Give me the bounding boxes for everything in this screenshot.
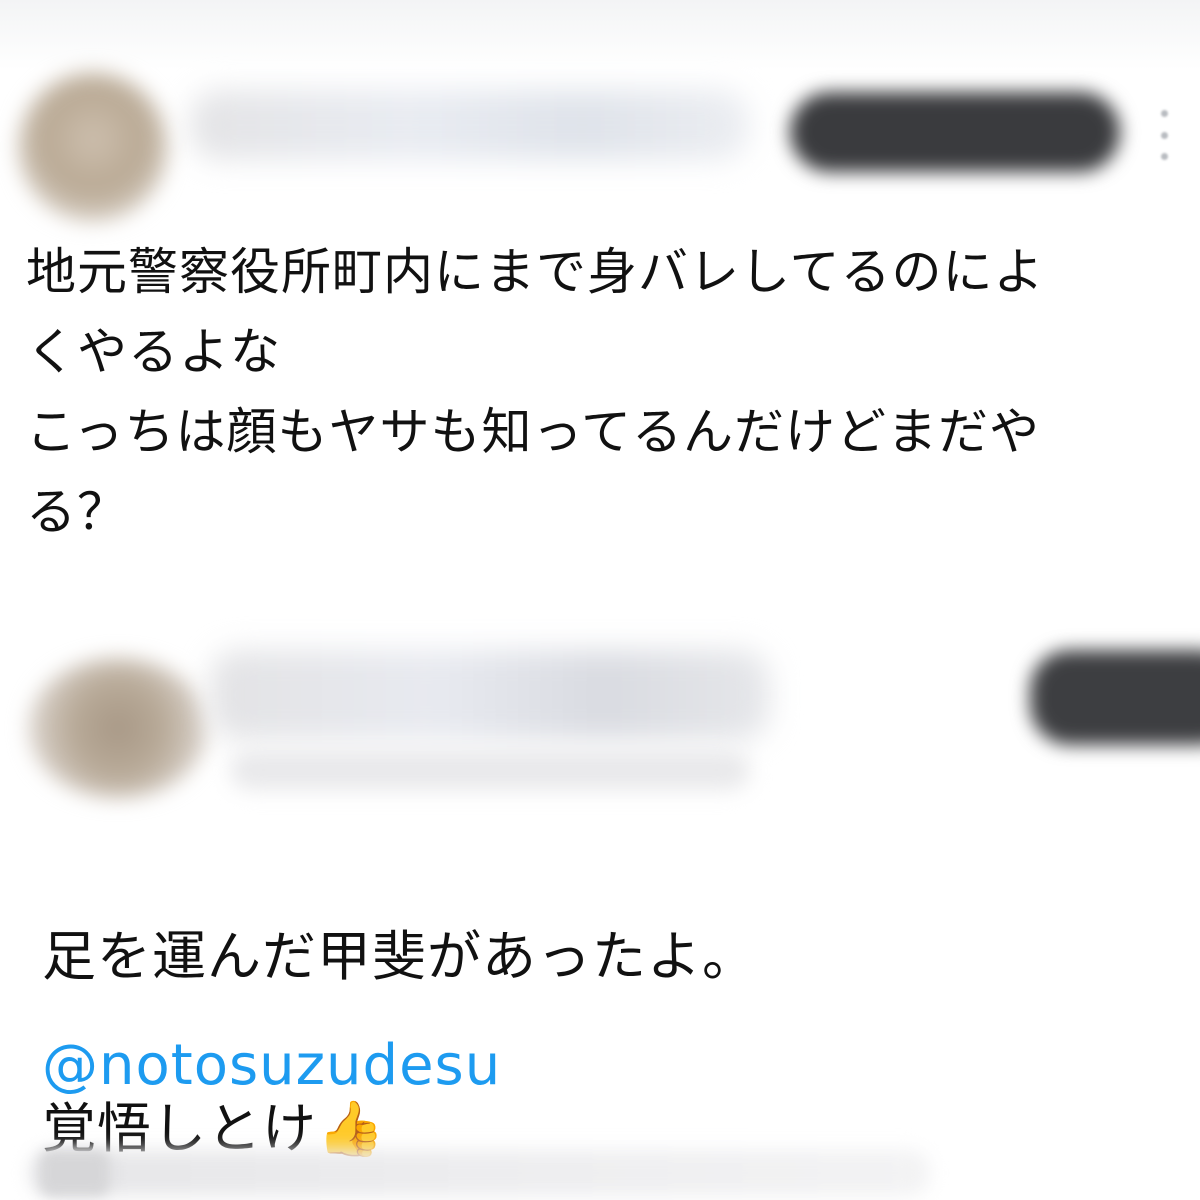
avatar[interactable] xyxy=(18,72,168,222)
more-vertical-icon[interactable] xyxy=(1158,110,1170,160)
author-name-blurred xyxy=(190,90,750,160)
avatar[interactable] xyxy=(28,658,208,798)
follow-button-blurred[interactable] xyxy=(790,92,1120,172)
author-name-blurred xyxy=(210,650,770,740)
timestamp-blurred-number xyxy=(40,1150,110,1196)
author-handle-blurred xyxy=(230,750,750,790)
tweet-body: 足を運んだ甲斐があったよ。 覚悟しとけ👍 xyxy=(42,828,1162,1200)
tweet-body-line: 足を運んだ甲斐があったよ。 xyxy=(42,925,757,988)
timestamp-blurred xyxy=(30,1150,930,1196)
tweet-body: 地元警察役所町内にまで身バレしてるのによ くやるよな こっちは顔もヤサも知ってる… xyxy=(26,243,1045,541)
mention-link[interactable]: @notosuzudesu xyxy=(42,1026,501,1106)
tweet-top: 地元警察役所町内にまで身バレしてるのによ くやるよな こっちは顔もヤサも知ってる… xyxy=(0,0,1200,632)
follow-button-blurred[interactable] xyxy=(1030,650,1200,745)
screenshot-collage: 地元警察役所町内にまで身バレしてるのによ くやるよな こっちは顔もヤサも知ってる… xyxy=(0,0,1200,1200)
